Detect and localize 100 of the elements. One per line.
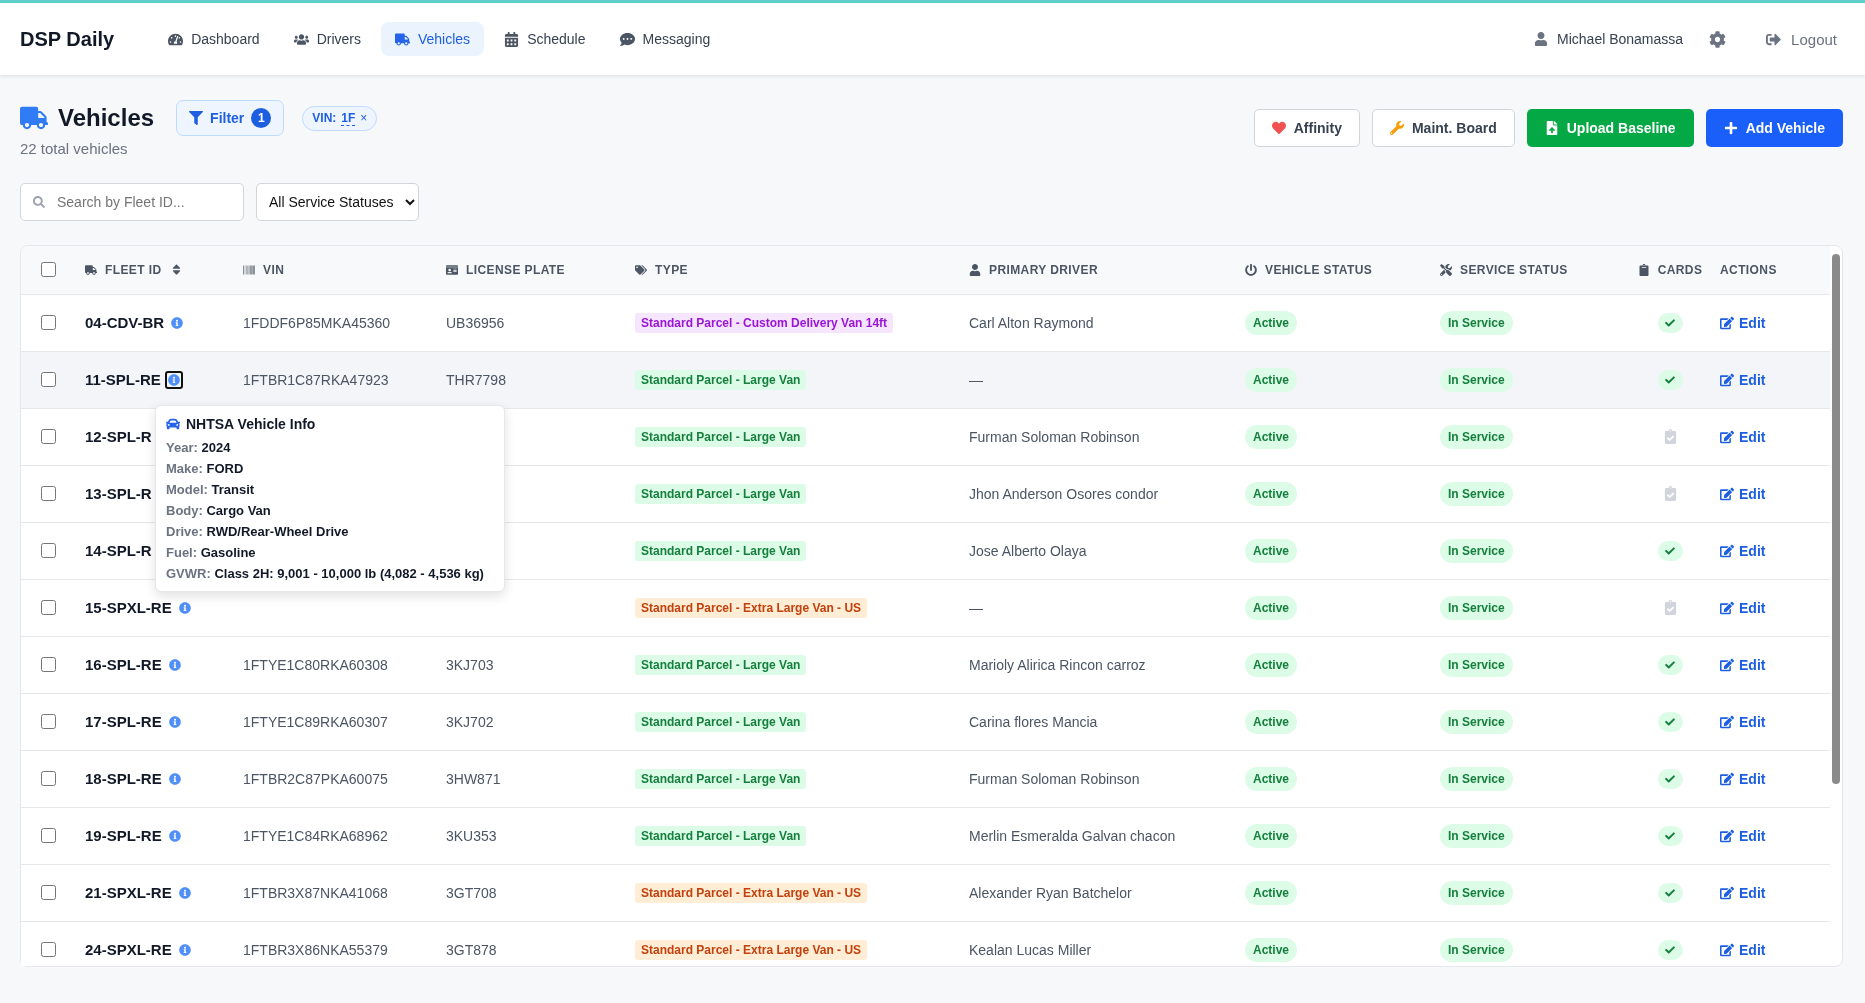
nav-tab[interactable]: Schedule [490,22,600,56]
vehicle-status-pill: Active [1245,766,1298,791]
row-checkbox[interactable] [41,429,56,445]
edit-link[interactable]: Edit [1720,428,1766,445]
edit-link[interactable]: Edit [1720,485,1766,502]
edit-icon [1720,372,1734,387]
truck-icon [20,104,48,132]
edit-link[interactable]: Edit [1720,371,1766,388]
fleet-id: 24-SPXL-RE [85,941,172,959]
row-checkbox[interactable] [41,600,56,616]
edit-link[interactable]: Edit [1720,599,1766,616]
tooltip-field: Fuel: Gasoline [166,544,494,560]
vehicle-status-pill: Active [1245,310,1298,335]
users-icon [293,31,309,47]
filter-icon [189,111,204,125]
fleet-id: 13-SPL-R [85,485,152,503]
service-status-pill: In Service [1440,652,1513,677]
service-status-pill: In Service [1440,538,1513,563]
edit-link[interactable]: Edit [1720,542,1766,559]
user-menu[interactable]: Michael Bonamassa [1534,31,1684,47]
vehicle-status-pill: Active [1245,652,1298,677]
plate-cell-text: 3HW871 [446,770,502,787]
row-checkbox[interactable] [41,771,56,787]
column-header: LICENSE PLATE [466,262,565,277]
edit-icon [1720,657,1734,672]
type-tag: Standard Parcel - Large Van [635,768,807,789]
calendar-icon [504,31,520,47]
vehicle-count: 22 total vehicles [20,140,129,157]
plate-cell-text: 3KJ703 [446,656,495,673]
tools-icon [1440,263,1452,276]
edit-link[interactable]: Edit [1720,884,1766,901]
tooltip-field: Make: FORD [166,460,494,476]
driver-cell-text: Jhon Anderson Osores condor [969,485,1160,502]
service-status-pill: In Service [1440,367,1513,392]
column-header: SERVICE STATUS [1460,262,1568,277]
row-checkbox[interactable] [41,714,56,730]
search-box[interactable]: Search by Fleet ID... [20,183,244,221]
plus-icon [1723,121,1738,135]
nav-tab[interactable]: Drivers [279,22,375,56]
tooltip-field: Drive: RWD/Rear-Wheel Drive [166,523,494,539]
service-status-pill: In Service [1440,823,1513,848]
tooltip-field: Body: Cargo Van [166,502,494,518]
tooltip-title: NHTSA Vehicle Info [186,415,316,432]
driver-cell-text: Carl Alton Raymond [969,314,1095,331]
action-button[interactable]: Add Vehicle [1705,109,1843,147]
row-checkbox[interactable] [41,372,56,388]
row-checkbox[interactable] [41,885,56,901]
nav-tab[interactable]: Dashboard [154,22,274,56]
driver-cell-text: Furman Soloman Robinson [969,428,1141,445]
row-checkbox[interactable] [41,657,56,673]
edit-icon [1720,885,1734,900]
row-checkbox[interactable] [41,942,56,958]
search-icon [33,196,45,208]
row-checkbox[interactable] [41,315,56,331]
search-field[interactable]: Search by Fleet ID... [55,193,231,211]
edit-link[interactable]: Edit [1720,770,1766,787]
action-button[interactable]: Affinity [1253,109,1360,147]
car-icon [166,416,180,431]
vehicle-status-pill: Active [1245,367,1298,392]
column-header: VEHICLE STATUS [1265,262,1373,277]
row-checkbox[interactable] [41,828,56,844]
nav-tab[interactable]: Vehicles [380,22,485,56]
select-all-checkbox[interactable] [41,262,56,278]
truck-icon [394,31,410,47]
id-card-icon [446,263,458,276]
edit-link[interactable]: Edit [1720,827,1766,844]
fleet-id: 11-SPL-RE [85,371,161,389]
vin-cell-text: 1FTYE1C89RKA60307 [243,713,389,730]
type-tag: Standard Parcel - Custom Delivery Van 14ft [635,312,894,333]
logout-link[interactable]: Logout [1766,30,1837,48]
info-icon[interactable] [164,370,183,389]
status-select[interactable]: All Service Statuses [256,183,419,221]
edit-link[interactable]: Edit [1720,314,1766,331]
edit-link[interactable]: Edit [1720,713,1766,730]
action-button[interactable]: Upload Baseline [1526,109,1694,147]
nav-tab[interactable]: Messaging [605,22,725,56]
remove-filter-button[interactable]: × [360,111,368,125]
type-tag: Standard Parcel - Large Van [635,369,807,390]
plate-cell-text: 3GT708 [446,884,498,901]
chat-icon [619,31,635,47]
service-status-pill: In Service [1440,766,1513,791]
filter-count-badge: 1 [251,108,272,128]
edit-link[interactable]: Edit [1720,656,1766,673]
row-checkbox[interactable] [41,543,56,559]
fleet-id: 04-CDV-BR [85,314,165,332]
driver-cell-text: Furman Soloman Robinson [969,770,1141,787]
column-header: FLEET ID [105,262,162,277]
chip-value[interactable]: 1F [341,110,356,126]
column-header: ACTIONS [1720,262,1777,277]
edit-link[interactable]: Edit [1720,941,1766,958]
action-button[interactable]: Maint. Board [1371,109,1515,147]
column-header: PRIMARY DRIVER [989,262,1098,277]
settings-button[interactable] [1709,30,1727,48]
filter-button[interactable]: Filter 1 [176,100,285,136]
edit-icon [1720,315,1734,330]
type-tag: Standard Parcel - Large Van [635,825,807,846]
fleet-id: 16-SPL-RE [85,656,162,674]
row-checkbox[interactable] [41,486,56,502]
vin-cell-text: 1FTYE1C80RKA60308 [243,656,389,673]
driver-cell-text: — [969,599,984,616]
